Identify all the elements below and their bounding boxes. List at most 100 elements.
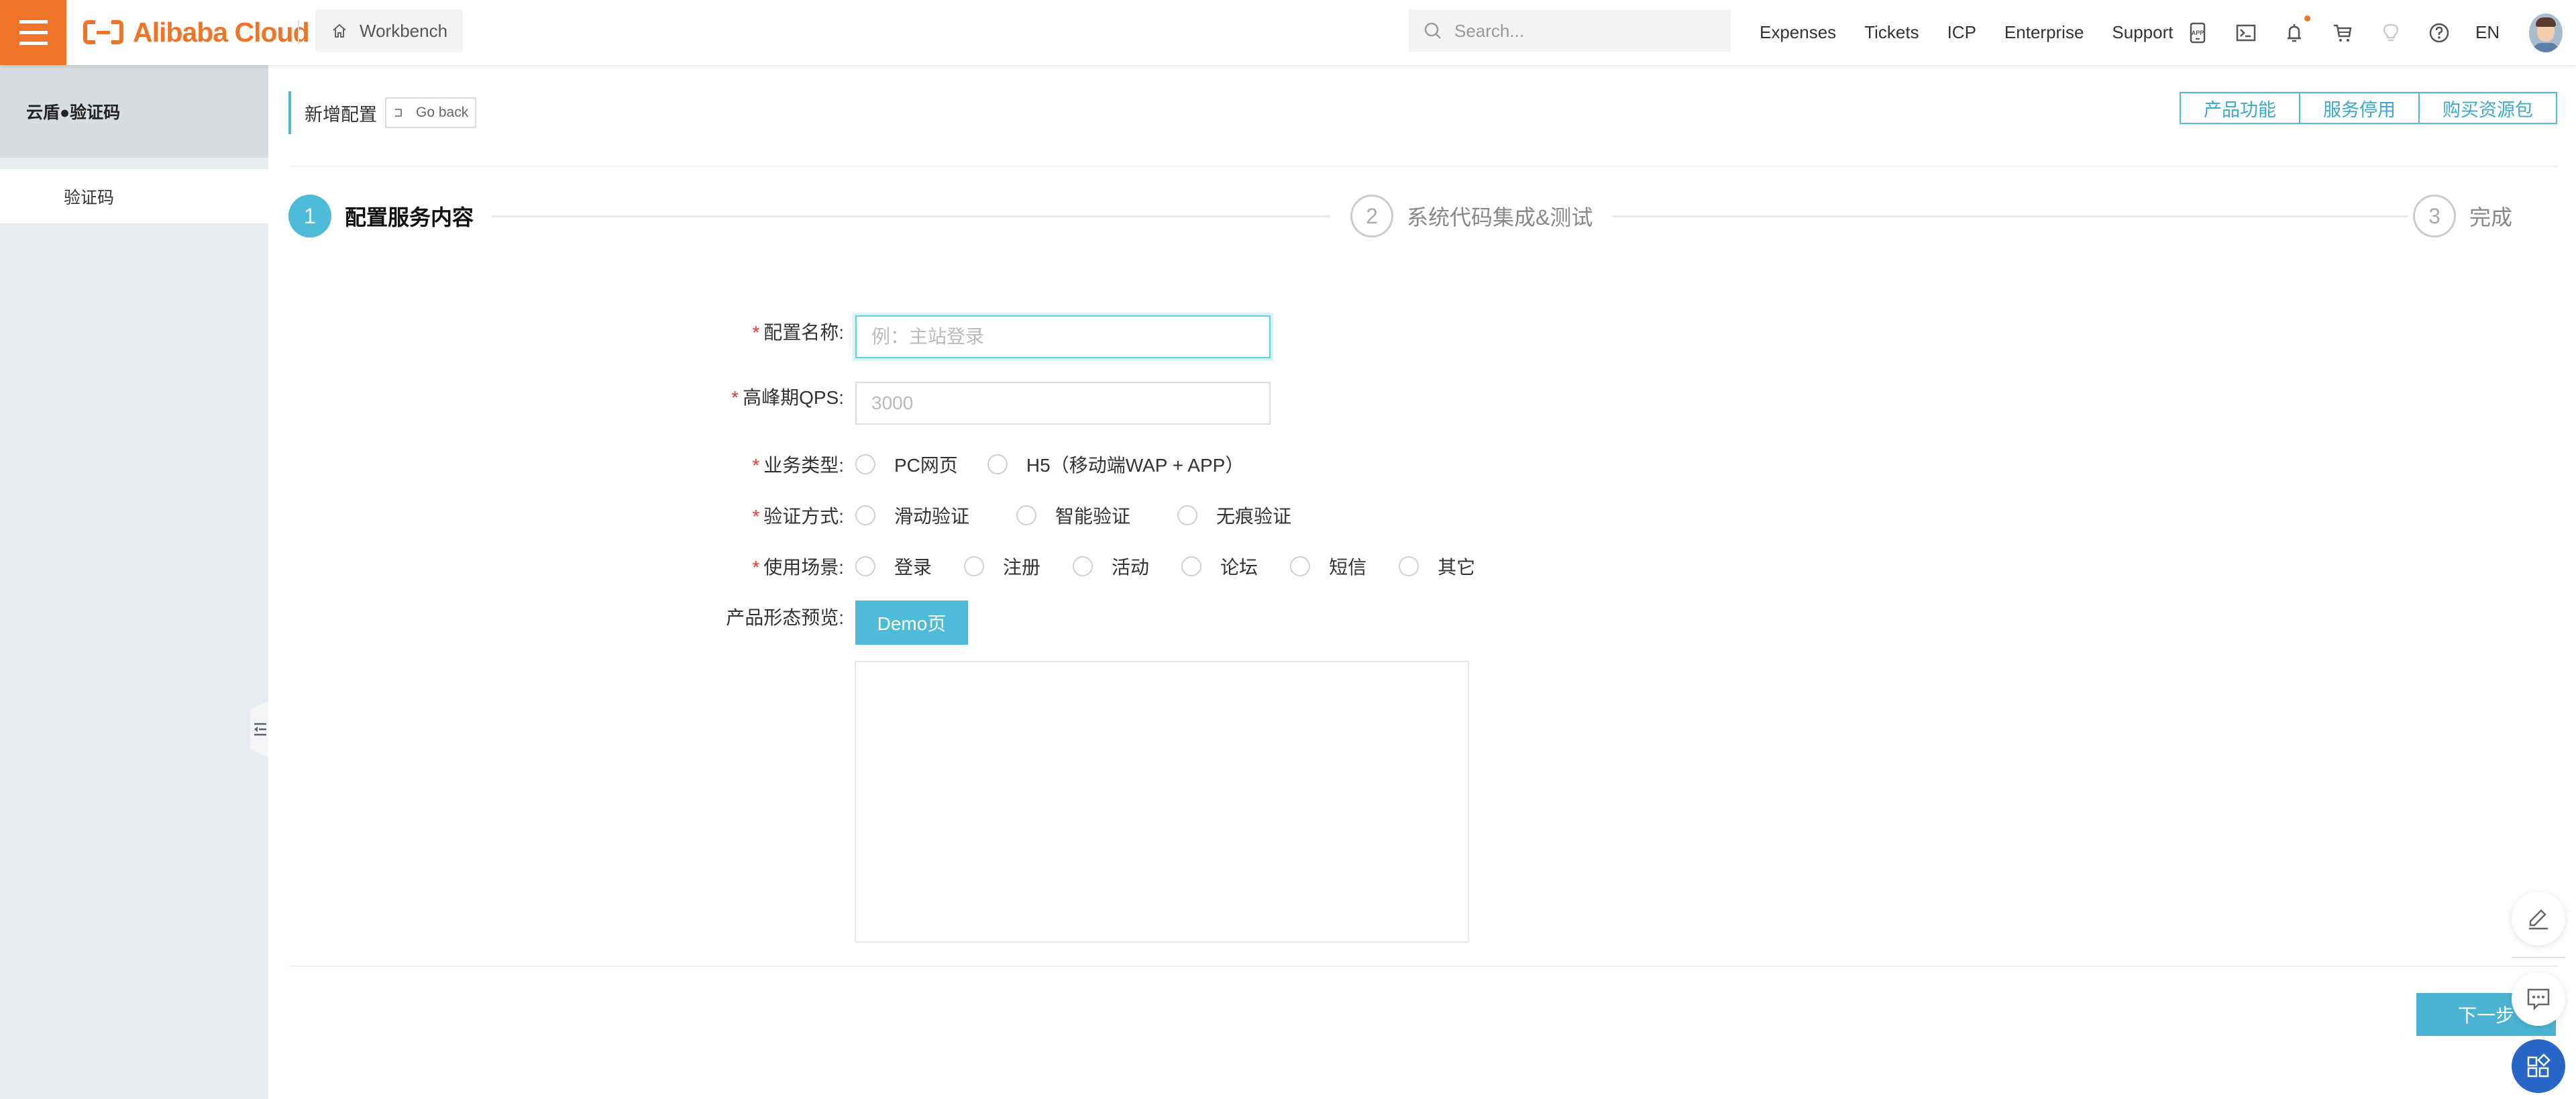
radio-label: 论坛 — [1220, 557, 1258, 578]
feedback-edit-button[interactable] — [2512, 892, 2565, 945]
radio-circle[interactable] — [855, 556, 875, 576]
hamburger-menu-button[interactable] — [0, 0, 66, 65]
step-label: 系统代码集成&测试 — [1407, 205, 1593, 229]
step-connector — [492, 215, 1330, 217]
help-icon[interactable] — [2427, 21, 2451, 45]
top-navigation-bar: Alibaba Cloud Workbench Expenses Tickets… — [0, 0, 2576, 65]
search-input[interactable] — [1454, 20, 1709, 42]
nav-link-enterprise[interactable]: Enterprise — [2004, 22, 2084, 43]
alibaba-cloud-logo[interactable]: Alibaba Cloud — [83, 15, 310, 50]
radio-circle[interactable] — [1016, 505, 1037, 525]
scenario-label: * 使用场景: — [752, 553, 844, 580]
radio-smart-verify[interactable]: 智能验证 — [1016, 502, 1130, 529]
nav-link-expenses[interactable]: Expenses — [1760, 22, 1836, 43]
radio-circle[interactable] — [855, 505, 875, 525]
radio-invisible-verify[interactable]: 无痕验证 — [1177, 502, 1291, 529]
alibaba-logo-icon — [83, 20, 123, 44]
menu-line — [19, 42, 48, 45]
logo-divider — [298, 20, 299, 44]
apps-menu-button[interactable] — [2512, 1039, 2565, 1093]
config-name-label: * 配置名称: — [752, 318, 844, 345]
radio-register[interactable]: 注册 — [964, 553, 1040, 580]
svg-text:APP: APP — [2192, 30, 2204, 36]
radio-label: 智能验证 — [1055, 506, 1131, 527]
title-accent-bar — [288, 91, 291, 134]
user-avatar[interactable] — [2529, 13, 2563, 52]
radio-forum[interactable]: 论坛 — [1181, 553, 1258, 580]
demo-page-button[interactable]: Demo页 — [855, 600, 968, 645]
step-label: 配置服务内容 — [345, 205, 474, 229]
config-name-input[interactable] — [855, 315, 1271, 358]
radio-login[interactable]: 登录 — [855, 553, 932, 580]
sidebar-collapse-handle[interactable] — [250, 701, 268, 757]
nav-link-icp[interactable]: ICP — [1947, 22, 1976, 43]
peak-qps-input[interactable] — [855, 382, 1271, 425]
form-row-business-type: * 业务类型: PC网页 H5（移动端WAP + APP） — [0, 447, 2576, 478]
workbench-button[interactable]: Workbench — [315, 9, 463, 52]
radio-other[interactable]: 其它 — [1399, 553, 1475, 580]
radio-label: H5（移动端WAP + APP） — [1026, 455, 1244, 476]
cart-icon[interactable] — [2330, 21, 2355, 45]
form-row-scenario: * 使用场景: 登录 注册 活动 论坛 短信 其它 — [0, 549, 2576, 580]
deactivate-service-button[interactable]: 服务停用 — [2299, 92, 2420, 124]
radio-label: 滑动验证 — [894, 506, 970, 527]
radio-circle[interactable] — [1399, 556, 1419, 576]
radio-circle[interactable] — [1181, 556, 1202, 576]
verify-method-label: * 验证方式: — [752, 502, 844, 529]
top-nav-links: Expenses Tickets ICP Enterprise Support — [1760, 0, 2202, 65]
search-box[interactable] — [1409, 10, 1731, 52]
sidebar-item-captcha[interactable]: 验证码 — [0, 169, 268, 223]
notification-dot — [2304, 15, 2310, 21]
business-type-radio-group: PC网页 H5（移动端WAP + APP） — [855, 451, 1273, 478]
home-icon — [333, 23, 346, 38]
radio-label: 活动 — [1112, 557, 1150, 578]
step-2: 2 系统代码集成&测试 — [1350, 195, 1593, 238]
sidebar: 云盾●验证码 验证码 — [0, 65, 268, 1099]
radio-label: 短信 — [1329, 557, 1367, 578]
label-text: 配置名称: — [763, 322, 844, 343]
page-title: 新增配置 — [305, 104, 377, 125]
terminal-icon[interactable] — [2234, 21, 2258, 45]
radio-label: PC网页 — [894, 455, 958, 476]
lightbulb-icon[interactable] — [2379, 21, 2403, 45]
radio-circle[interactable] — [964, 556, 985, 576]
menu-line — [19, 31, 48, 34]
radio-circle[interactable] — [1290, 556, 1311, 576]
step-number: 3 — [2413, 195, 2456, 238]
radio-circle[interactable] — [855, 454, 875, 474]
collapse-menu-icon — [254, 723, 266, 736]
preview-label: 产品形态预览: — [726, 607, 844, 628]
bell-icon[interactable] — [2282, 15, 2310, 45]
radio-circle[interactable] — [987, 454, 1008, 474]
verify-method-radio-group: 滑动验证 智能验证 无痕验证 — [855, 502, 1321, 529]
progress-steps: 1 配置服务内容 2 系统代码集成&测试 3 完成 — [288, 195, 2557, 238]
radio-circle[interactable] — [1177, 505, 1198, 525]
menu-line — [19, 20, 48, 23]
nav-link-support[interactable]: Support — [2112, 22, 2173, 43]
radio-activity[interactable]: 活动 — [1073, 553, 1149, 580]
form-row-peak-qps: * 高峰期QPS: — [0, 382, 2576, 425]
go-back-button[interactable]: Go back — [385, 97, 477, 128]
language-switch[interactable]: EN — [2475, 22, 2500, 43]
radio-h5[interactable]: H5（移动端WAP + APP） — [987, 451, 1244, 478]
nav-link-tickets[interactable]: Tickets — [1864, 22, 1919, 43]
step-label: 完成 — [2469, 205, 2513, 229]
step-number: 2 — [1350, 195, 1393, 238]
buy-resource-pack-button[interactable]: 购买资源包 — [2418, 92, 2557, 124]
peak-qps-label: * 高峰期QPS: — [731, 383, 844, 410]
chat-bubble-icon — [2527, 988, 2550, 1011]
step-1: 1 配置服务内容 — [288, 195, 474, 238]
radio-slide-verify[interactable]: 滑动验证 — [855, 502, 969, 529]
page-actions: 产品功能 服务停用 购买资源包 — [2180, 92, 2557, 124]
product-features-button[interactable]: 产品功能 — [2180, 92, 2300, 124]
label-text: 验证方式: — [763, 506, 844, 527]
page-header: 新增配置 Go back — [288, 91, 477, 134]
search-icon — [1424, 22, 1441, 39]
radio-label: 无痕验证 — [1216, 506, 1292, 527]
radio-pc-web[interactable]: PC网页 — [855, 451, 958, 478]
app-icon[interactable]: APP — [2186, 21, 2210, 45]
radio-label: 登录 — [894, 557, 932, 578]
radio-circle[interactable] — [1073, 556, 1093, 576]
chat-button[interactable] — [2512, 972, 2565, 1026]
radio-sms[interactable]: 短信 — [1290, 553, 1366, 580]
